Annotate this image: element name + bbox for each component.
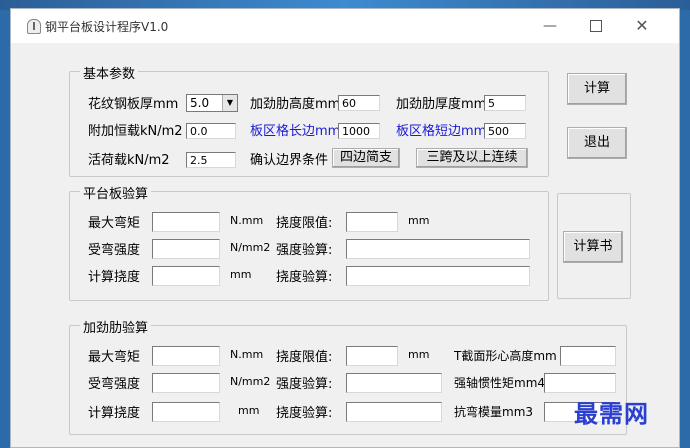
inertia-output <box>544 373 616 393</box>
rib-deflection-limit-label: 挠度限值: <box>276 350 333 365</box>
plate-max-moment-label: 最大弯矩 <box>88 216 141 231</box>
live-load-input[interactable]: 2.5 <box>186 152 236 168</box>
report-button[interactable]: 计算书 <box>563 231 623 263</box>
rib-thickness-input[interactable]: 5 <box>484 95 526 111</box>
rib-deflection-check-output <box>346 402 442 422</box>
plate-thickness-label: 花纹钢板厚mm <box>88 97 179 112</box>
rib-calc-deflection-output <box>152 402 220 422</box>
minimize-button[interactable]: — <box>527 9 573 43</box>
plate-calc-deflection-label: 计算挠度 <box>88 270 141 285</box>
rib-calc-deflection-label: 计算挠度 <box>88 406 141 421</box>
rib-check-legend: 加劲肋验算 <box>80 317 152 336</box>
plate-deflection-limit-unit: mm <box>408 214 430 227</box>
boundary-label: 确认边界条件 <box>250 153 329 168</box>
rib-thickness-label: 加劲肋厚度mm <box>396 97 487 112</box>
dead-load-label: 附加恒载kN/m2 <box>88 124 183 139</box>
rib-height-label: 加劲肋高度mm <box>250 97 341 112</box>
plate-check-legend: 平台板验算 <box>80 183 152 202</box>
chevron-down-icon[interactable]: ▼ <box>222 95 237 111</box>
short-side-label: 板区格短边mm <box>396 124 487 139</box>
rib-height-input[interactable]: 60 <box>338 95 380 111</box>
t-centroid-label: T截面形心高度mm <box>454 349 557 363</box>
rib-max-moment-label: 最大弯矩 <box>88 350 141 365</box>
plate-deflection-check-label: 挠度验算: <box>276 270 333 285</box>
plate-strength-check-output <box>346 239 530 259</box>
maximize-button[interactable] <box>573 9 619 43</box>
app-window: 钢平台板设计程序V1.0 — ✕ 基本参数 花纹钢板厚mm 5.0 ▼ 加劲肋高… <box>10 8 680 448</box>
simply-supported-button[interactable]: 四边简支 <box>332 148 400 168</box>
plate-deflection-limit-output <box>346 212 398 232</box>
rib-max-moment-output <box>152 346 220 366</box>
rib-strength-unit: N/mm2 <box>230 375 271 388</box>
rib-check-group: 加劲肋验算 最大弯矩 N.mm 挠度限值: mm T截面形心高度mm 受弯强度 … <box>69 317 627 435</box>
inertia-label: 强轴惯性矩mm4 <box>454 376 546 390</box>
long-side-input[interactable]: 1000 <box>338 123 380 139</box>
plate-moment-unit: N.mm <box>230 214 264 227</box>
rib-strength-check-output <box>346 373 442 393</box>
plate-deflection-limit-label: 挠度限值: <box>276 216 333 231</box>
dead-load-input[interactable]: 0.0 <box>186 123 236 139</box>
calculate-button[interactable]: 计算 <box>567 73 627 105</box>
watermark-logo: 最需网 <box>574 399 649 428</box>
plate-thickness-value: 5.0 <box>190 96 210 110</box>
plate-calc-deflection-output <box>152 266 220 286</box>
basic-params-group: 基本参数 花纹钢板厚mm 5.0 ▼ 加劲肋高度mm 60 加劲肋厚度mm 5 … <box>69 63 549 177</box>
app-icon <box>27 19 41 34</box>
rib-strength-check-label: 强度验算: <box>276 377 333 392</box>
window-title: 钢平台板设计程序V1.0 <box>45 20 169 34</box>
short-side-input[interactable]: 500 <box>484 123 526 139</box>
plate-strength-check-label: 强度验算: <box>276 243 333 258</box>
t-centroid-output <box>560 346 616 366</box>
rib-bending-strength-label: 受弯强度 <box>88 377 141 392</box>
plate-thickness-select[interactable]: 5.0 ▼ <box>186 94 238 112</box>
long-side-label: 板区格长边mm <box>250 124 341 139</box>
rib-deflection-limit-unit: mm <box>408 348 430 361</box>
section-modulus-label: 抗弯模量mm3 <box>454 405 534 419</box>
basic-params-legend: 基本参数 <box>80 63 139 82</box>
plate-max-moment-output <box>152 212 220 232</box>
maximize-icon <box>590 20 602 32</box>
rib-moment-unit: N.mm <box>230 348 264 361</box>
close-button[interactable]: ✕ <box>619 9 665 43</box>
title-bar: 钢平台板设计程序V1.0 — ✕ <box>11 9 679 43</box>
rib-deflection-limit-output <box>346 346 398 366</box>
live-load-label: 活荷载kN/m2 <box>88 153 170 168</box>
plate-bending-strength-output <box>152 239 220 259</box>
plate-bending-strength-label: 受弯强度 <box>88 243 141 258</box>
plate-calc-deflection-unit: mm <box>230 268 252 281</box>
plate-check-group: 平台板验算 最大弯矩 N.mm 挠度限值: mm 受弯强度 N/mm2 强度验算… <box>69 183 549 301</box>
plate-deflection-check-output <box>346 266 530 286</box>
plate-strength-unit: N/mm2 <box>230 241 271 254</box>
continuous-span-button[interactable]: 三跨及以上连续 <box>416 148 528 168</box>
rib-calc-deflection-unit: mm <box>238 404 260 417</box>
exit-button[interactable]: 退出 <box>567 127 627 159</box>
rib-deflection-check-label: 挠度验算: <box>276 406 333 421</box>
rib-bending-strength-output <box>152 373 220 393</box>
